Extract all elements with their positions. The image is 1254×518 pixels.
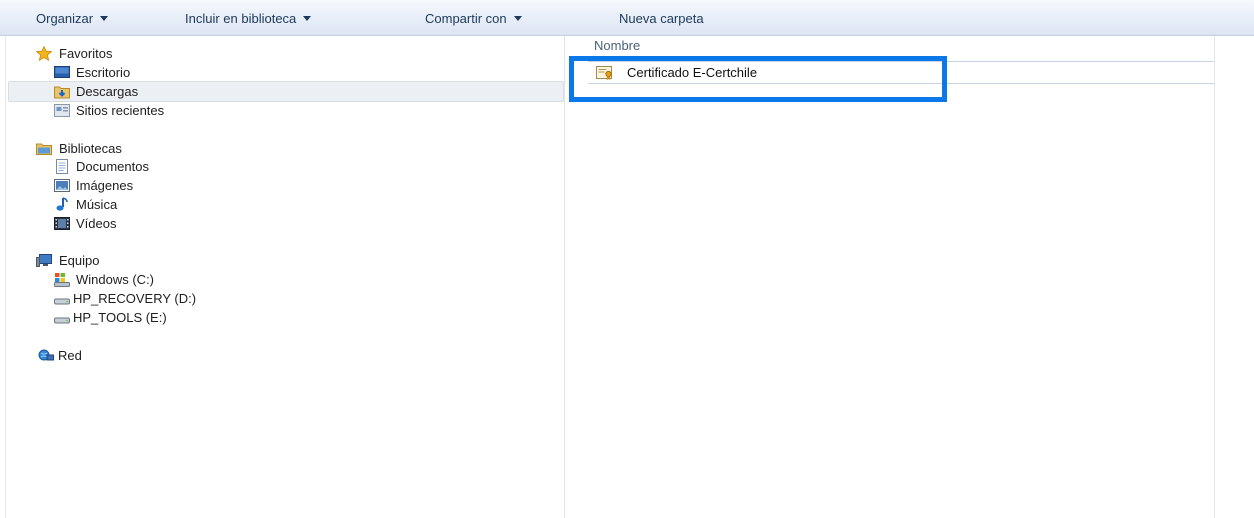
command-bar: Organizar Incluir en biblioteca Comparti… [0,0,1254,36]
include-library-label: Incluir en biblioteca [185,11,297,26]
nav-item-label: Escritorio [76,65,131,80]
nav-group-label: Favoritos [59,46,113,61]
chevron-down-icon [513,16,522,21]
hard-drive-icon [54,317,70,324]
network-icon [38,349,54,361]
downloads-folder-icon [54,86,70,99]
nav-item-label: Descargas [76,84,139,99]
column-divider [1214,36,1215,518]
pane-splitter[interactable] [564,36,565,518]
certificate-icon [596,66,612,80]
libraries-icon [36,143,52,155]
new-folder-button[interactable]: Nueva carpeta [619,10,704,28]
organize-label: Organizar [36,11,94,26]
chevron-down-icon [303,16,312,21]
share-with-label: Compartir con [425,11,507,26]
music-note-icon [56,197,68,211]
navigation-pane: Favoritos Escritorio Descargas Sitios re… [5,36,565,518]
new-folder-label: Nueva carpeta [619,11,704,26]
nav-item-label: Documentos [76,159,149,174]
file-name: Certificado E-Certchile [627,65,758,80]
recent-places-icon [54,104,70,117]
nav-item-label: HP_RECOVERY (D:) [73,291,197,306]
nav-item-label: Música [76,197,118,212]
nav-group-label: Bibliotecas [59,141,122,156]
desktop-icon [54,66,70,78]
organize-button[interactable]: Organizar [36,10,109,28]
file-row[interactable]: Certificado E-Certchile [590,62,930,84]
video-film-icon [54,217,70,230]
nav-item-label: Vídeos [76,216,117,231]
nav-item-label: Imágenes [76,178,134,193]
column-header-name[interactable]: Nombre [594,38,640,53]
hard-drive-icon [54,298,70,305]
star-icon [36,46,52,61]
include-library-button[interactable]: Incluir en biblioteca [185,10,312,28]
nav-item-label: Windows (C:) [76,272,155,287]
windows-drive-icon [54,273,70,287]
nav-item-label: HP_TOOLS (E:) [73,310,167,325]
share-with-button[interactable]: Compartir con [425,10,522,28]
documents-icon [56,159,68,174]
nav-item-label: Sitios recientes [76,103,165,118]
nav-group-label: Equipo [59,253,100,268]
computer-icon [36,254,52,267]
nav-group-label: Red [58,348,82,363]
row-divider [588,83,1214,84]
pictures-icon [54,179,70,192]
chevron-down-icon [100,16,109,21]
